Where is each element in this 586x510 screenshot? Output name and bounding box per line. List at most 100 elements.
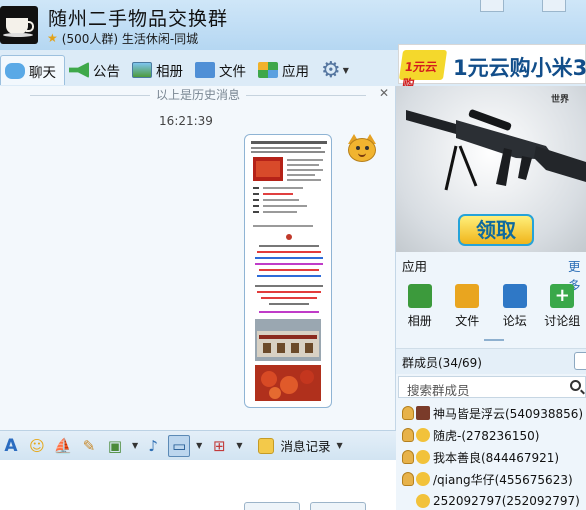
image-icon[interactable]: ▣: [104, 435, 126, 457]
member-avatar: [416, 450, 430, 464]
members-header: 群成员(34/69): [396, 348, 586, 374]
font-icon[interactable]: A: [0, 435, 22, 457]
folder-icon: [455, 284, 480, 308]
tab-apps[interactable]: 应用: [254, 55, 317, 85]
megaphone-icon: [69, 62, 89, 78]
app-discussion[interactable]: + 讨论组: [539, 284, 586, 332]
member-name: 随虎-(278236150): [433, 428, 540, 443]
app-album[interactable]: 相册: [396, 284, 444, 332]
member-name: /qiang华仔(455675623): [433, 472, 573, 487]
app-forum-label: 论坛: [502, 314, 527, 328]
chevron-down-icon[interactable]: ▼: [236, 441, 242, 450]
user-avatar-cat[interactable]: [346, 134, 378, 164]
gear-icon[interactable]: ⚙: [321, 58, 341, 83]
claim-button[interactable]: 领取: [458, 214, 534, 246]
chevron-down-icon[interactable]: ▼: [132, 441, 138, 450]
admin-badge-icon: [402, 450, 414, 464]
music-icon[interactable]: ♪: [142, 435, 164, 457]
member-row[interactable]: 神马皆是浮云(540938856): [402, 402, 583, 424]
group-tab-bar: 聊天 公告 相册 文件 应用 ⚙ ▼: [0, 54, 396, 86]
app-files[interactable]: 文件: [444, 284, 492, 332]
tab-album-label: 相册: [156, 64, 183, 80]
cat-eye: [356, 146, 360, 150]
message-toolbar: A ☺ ⛵ ✎ ▣ ▼ ♪ ▭ ▼ ⊞ ▼ 消息记录 ▼: [0, 430, 396, 460]
tab-files-label: 文件: [219, 64, 246, 80]
screen-capture-icon[interactable]: ▭: [168, 434, 191, 457]
apps-grid-icon: [258, 62, 278, 78]
right-side-panel: 世界 领取 应用 更多 相册 文件 论坛 + 讨论组 群成员(34/69) 搜索…: [396, 86, 586, 510]
ad-banner-top[interactable]: 1元云购 1元云购小米3: [398, 44, 586, 91]
chevron-down-icon[interactable]: ▼: [343, 66, 349, 75]
collapse-icon[interactable]: ✕: [379, 86, 389, 100]
tab-album[interactable]: 相册: [128, 55, 191, 85]
member-avatar: [416, 428, 430, 442]
members-count-title: 群成员(34/69): [402, 356, 482, 370]
chevron-down-icon[interactable]: ▼: [196, 441, 202, 450]
doodle-icon[interactable]: ✎: [78, 435, 100, 457]
image-message-bubble[interactable]: [244, 134, 332, 408]
member-row[interactable]: 随虎-(278236150): [402, 424, 539, 446]
game-ad-banner[interactable]: 世界 领取: [396, 86, 586, 252]
admin-badge-icon: [402, 428, 414, 442]
tab-apps-label: 应用: [282, 64, 309, 80]
cat-face: [348, 138, 376, 162]
admin-badge-icon: [402, 472, 414, 486]
member-row[interactable]: 252092797(252092797): [416, 490, 580, 510]
app-album-label: 相册: [407, 314, 432, 328]
member-avatar: [416, 472, 430, 486]
album-icon: [132, 62, 152, 78]
saucer-shape: [3, 33, 33, 37]
group-subtitle: (500人群) 生活休闲-同城: [61, 31, 199, 46]
tab-files[interactable]: 文件: [191, 55, 254, 85]
history-label: 以上是历史消息: [155, 88, 240, 102]
emoji-icon[interactable]: ☺: [26, 435, 48, 457]
chat-window-header: 随州二手物品交换群 ★ (500人群) 生活休闲-同城: [0, 0, 586, 50]
member-row[interactable]: /qiang华仔(455675623): [402, 468, 573, 490]
app-files-label: 文件: [455, 314, 480, 328]
apps-section-title: 应用: [402, 259, 428, 274]
maximize-button[interactable]: [542, 0, 566, 12]
ad-badge: 1元云购: [398, 50, 448, 91]
history-icon: [258, 437, 275, 454]
group-avatar[interactable]: [0, 6, 38, 44]
chat-message-area[interactable]: 以上是历史消息 ✕ 16:21:39: [0, 86, 396, 430]
group-title[interactable]: 随州二手物品交换群: [48, 4, 228, 31]
search-icon[interactable]: [570, 380, 581, 391]
member-row[interactable]: 我本善良(844467921): [402, 446, 559, 468]
group-info-row: ★ (500人群) 生活休闲-同城: [47, 30, 198, 46]
member-name: 神马皆是浮云(540938856): [433, 406, 584, 421]
group-tool-icon[interactable]: ⊞: [208, 435, 230, 457]
member-avatar: [416, 406, 430, 420]
page-indicator: [484, 339, 504, 341]
app-forum[interactable]: 论坛: [491, 284, 539, 332]
member-name: 我本善良(844467921): [433, 450, 560, 465]
tab-announcement-label: 公告: [93, 64, 120, 80]
tab-chat-label: 聊天: [29, 64, 56, 81]
star-icon: ★: [47, 31, 58, 45]
member-avatar: [416, 494, 430, 508]
chevron-down-icon: ▼: [336, 441, 343, 450]
shared-webpage-image[interactable]: [245, 135, 332, 408]
tab-announcement[interactable]: 公告: [65, 55, 128, 85]
member-search-input[interactable]: 搜索群成员: [398, 376, 586, 398]
minimize-button[interactable]: [480, 0, 504, 12]
album-icon: [407, 284, 432, 308]
forum-icon: [502, 284, 527, 308]
app-discussion-label: 讨论组: [544, 314, 581, 328]
close-button[interactable]: [244, 502, 300, 510]
discussion-plus-icon: +: [550, 284, 575, 308]
ad-top-text: 1元云购小米3: [453, 56, 586, 80]
message-history-label: 消息记录: [280, 439, 331, 454]
message-history-button[interactable]: 消息记录 ▼: [258, 436, 343, 455]
coffee-cup-icon: [6, 18, 34, 34]
send-button[interactable]: [310, 502, 366, 510]
member-name: 252092797(252092797): [433, 494, 580, 508]
history-divider: 以上是历史消息: [0, 86, 395, 103]
chat-icon: [5, 62, 25, 79]
members-panel-toggle[interactable]: [574, 352, 586, 370]
folder-icon: [195, 62, 215, 78]
apps-row: 相册 文件 论坛 + 讨论组: [396, 284, 586, 332]
message-timestamp: 16:21:39: [159, 114, 213, 128]
shake-window-icon[interactable]: ⛵: [52, 435, 74, 457]
tab-chat[interactable]: 聊天: [0, 55, 65, 85]
